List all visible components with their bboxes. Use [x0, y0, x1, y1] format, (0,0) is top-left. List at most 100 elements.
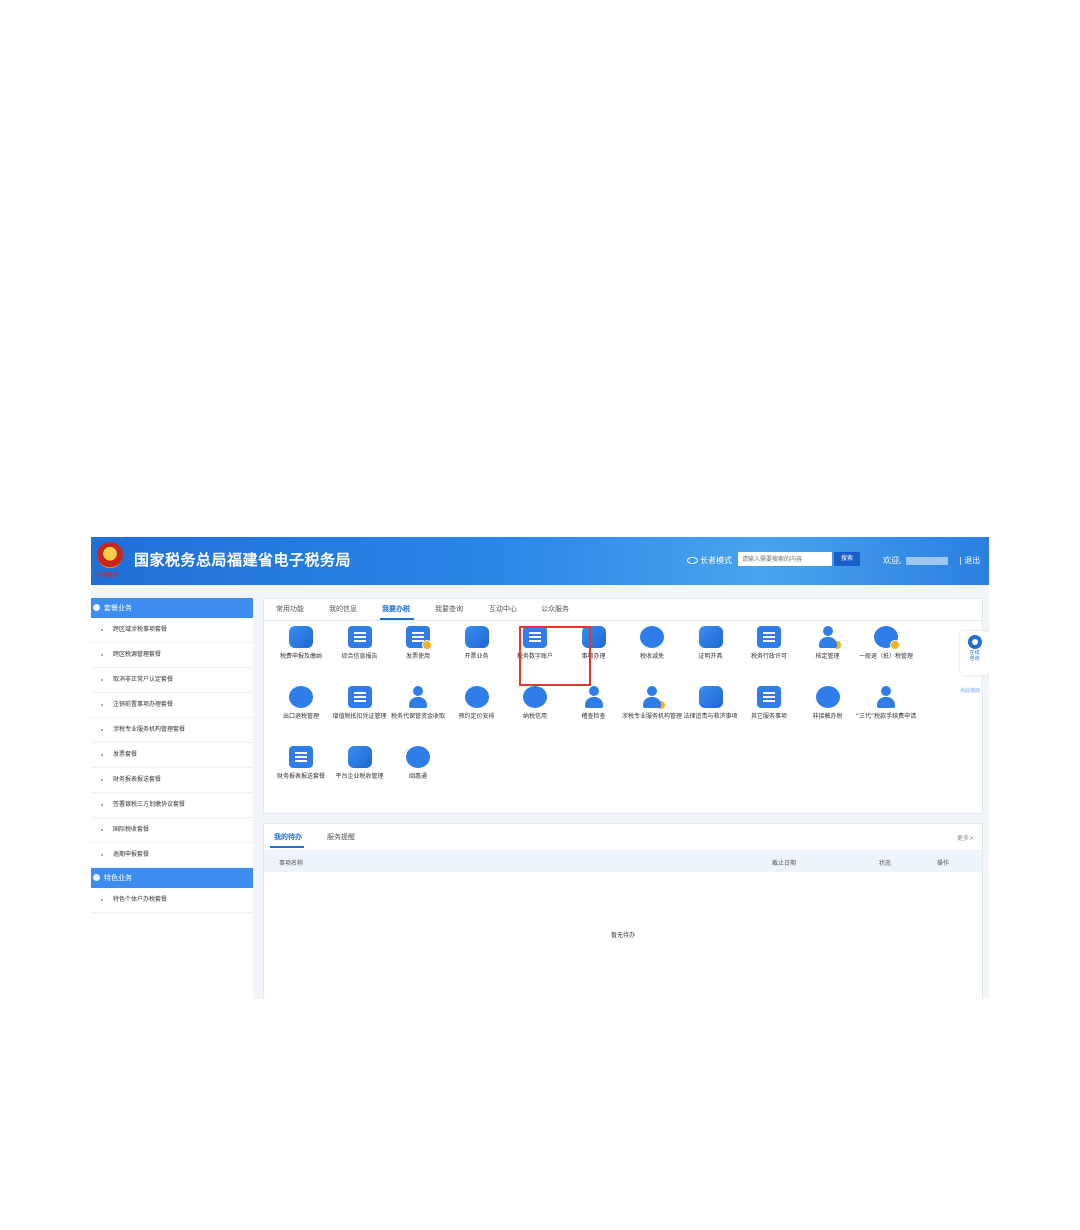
service-export-refund[interactable]: 出口退税管理	[270, 686, 332, 721]
service-custody-funds[interactable]: 税务代保管资金收取	[387, 686, 449, 721]
service-label: 税务代保管资金收取	[390, 713, 445, 720]
site-title: 国家税务总局福建省电子税务局	[134, 551, 352, 569]
bulb-icon	[406, 746, 430, 768]
service-agency[interactable]: 涉税专业服务机构管理	[621, 686, 683, 721]
badge-dot	[422, 640, 432, 650]
sidebar-item[interactable]: 取消非正常户认定套餐	[91, 668, 253, 693]
badge-dot	[890, 640, 900, 650]
service-issue-invoice[interactable]: 开票业务	[446, 626, 508, 661]
vat-voucher-icon	[347, 686, 372, 708]
tab-public-service[interactable]: 公众服务	[541, 604, 569, 614]
tab-my-info[interactable]: 我的信息	[329, 604, 357, 614]
sidebar-item[interactable]: 国际税收套餐	[91, 818, 253, 843]
sidebar-item[interactable]: 跨区域涉税事项套餐	[91, 618, 253, 643]
tab-my-todo[interactable]: 我的待办	[274, 832, 302, 842]
sidebar-group-label: 特色业务	[104, 874, 132, 882]
service-label: 税收减免	[639, 653, 664, 660]
col-deadline: 截止日期	[772, 860, 797, 867]
finance-report-icon	[289, 746, 313, 768]
col-name: 事项名称	[279, 860, 304, 867]
tab-common[interactable]: 常用功能	[276, 604, 304, 614]
service-label: 财务报表报送套餐	[276, 773, 325, 780]
todo-table-header: 事项名称 截止日期 状态 操作	[264, 850, 982, 872]
service-license[interactable]: 税务行政许可	[738, 626, 800, 661]
service-vat-voucher[interactable]: 增值税抵扣凭证管理	[329, 686, 391, 721]
service-panel: 常用功能 我的信息 我要办税 我要查询 互动中心 公众服务 税费申报及缴纳 综合信…	[263, 598, 983, 814]
sidebar-group-special[interactable]: 特色业务	[91, 868, 253, 888]
sidebar-item[interactable]: 发票套餐	[91, 743, 253, 768]
export-refund-icon	[289, 686, 313, 708]
todo-tab-indicator	[270, 846, 304, 848]
col-status: 状态	[879, 860, 892, 867]
service-tax-declare[interactable]: 税费申报及缴纳	[270, 626, 332, 661]
badge-dot	[831, 640, 842, 650]
service-credit[interactable]: 纳税信用	[504, 686, 566, 721]
logout-link[interactable]: | 退出	[959, 555, 980, 566]
agency-icon	[640, 686, 666, 710]
service-invoice[interactable]: 发票使用	[387, 626, 449, 661]
service-label: “三代”税款手续费申请	[855, 713, 917, 720]
service-label: 税务行政许可	[750, 653, 787, 660]
service-assessment[interactable]: 核定管理	[797, 626, 859, 661]
service-tax-relief[interactable]: 税收减免	[621, 626, 683, 661]
service-finance-report[interactable]: 财务报表报送套餐	[270, 746, 332, 781]
service-label: 涉税专业服务机构管理	[621, 713, 682, 720]
more-link[interactable]: 更多>	[957, 833, 974, 842]
service-certificate[interactable]: 证明开具	[680, 626, 742, 661]
service-other-service[interactable]: 其它服务事项	[738, 686, 800, 721]
service-report-doc[interactable]: 综合信息报告	[329, 626, 391, 661]
service-inspection[interactable]: 稽查检查	[563, 686, 625, 721]
package-icon	[93, 604, 100, 611]
issue-invoice-icon	[464, 626, 489, 648]
tab-query[interactable]: 我要查询	[435, 604, 463, 614]
service-label: 增值税抵扣凭证管理	[332, 713, 387, 720]
service-bulb[interactable]: 闽惠通	[387, 746, 449, 781]
tax-relief-icon	[640, 626, 664, 648]
pricing-icon	[464, 686, 489, 708]
service-refund[interactable]: 一般退（抵）税管理	[855, 626, 917, 661]
drag-hint[interactable]: 点此拖动	[960, 687, 980, 694]
service-gavel[interactable]: 法律追责与救济事项	[680, 686, 742, 721]
service-money-bag[interactable]: “三代”税款手续费申请	[855, 686, 917, 721]
consult-label-2: 咨询	[969, 656, 980, 662]
service-platform[interactable]: 平台企业税收管理	[329, 746, 391, 781]
top-header: 中国税务 国家税务总局福建省电子税务局 长者模式 搜索 欢迎, | 退出	[91, 537, 989, 585]
service-label: 预约定价安排	[458, 713, 495, 720]
service-label: 闽惠通	[408, 773, 427, 780]
sidebar-item[interactable]: 注销前置事项办理套餐	[91, 693, 253, 718]
money-bag-icon	[874, 686, 898, 708]
sidebar-item[interactable]: 签署银税三方划缴协议套餐	[91, 793, 253, 818]
service-label: 开票业务	[464, 653, 489, 660]
service-label: 纳税信用	[522, 713, 547, 720]
globe-icon	[815, 686, 840, 708]
sidebar-item[interactable]: 跨区税源管理套餐	[91, 643, 253, 668]
sidebar-item[interactable]: 逾期申报套餐	[91, 843, 253, 868]
tab-service-remind[interactable]: 服务提醒	[327, 832, 355, 842]
service-label: 税费申报及缴纳	[279, 653, 322, 660]
service-label: 平台企业税收管理	[335, 773, 384, 780]
sidebar-group-packages[interactable]: 套餐业务	[91, 598, 253, 618]
service-globe[interactable]: 非接触办税	[797, 686, 859, 721]
elder-mode-toggle[interactable]: 长者模式	[687, 555, 732, 566]
sidebar-item[interactable]: 财务报表报送套餐	[91, 768, 253, 793]
license-icon	[757, 626, 781, 648]
service-label: 一般退（抵）税管理	[858, 653, 913, 660]
online-consult-button[interactable]: 在线 咨询	[960, 631, 989, 675]
service-label: 法律追责与救济事项	[683, 713, 738, 720]
certificate-icon	[698, 626, 723, 648]
sidebar-item[interactable]: 特色个体户办税套餐	[91, 888, 253, 913]
gavel-icon	[698, 686, 723, 708]
emblem-caption: 中国税务	[95, 572, 120, 579]
tab-interaction[interactable]: 互动中心	[489, 604, 517, 614]
user-name-redacted	[906, 557, 948, 565]
welcome-text: 欢迎,	[883, 556, 902, 565]
tab-tax-handling[interactable]: 我要办税	[382, 604, 410, 614]
search-input[interactable]	[738, 552, 832, 566]
assessment-icon	[816, 626, 842, 650]
service-pricing[interactable]: 预约定价安排	[446, 686, 508, 721]
custody-funds-icon	[406, 686, 430, 708]
main-tabs: 常用功能 我的信息 我要办税 我要查询 互动中心 公众服务	[264, 599, 982, 621]
search-button[interactable]: 搜索	[834, 552, 860, 566]
chat-icon	[967, 635, 982, 649]
sidebar-item[interactable]: 涉税专业服务机构管理套餐	[91, 718, 253, 743]
